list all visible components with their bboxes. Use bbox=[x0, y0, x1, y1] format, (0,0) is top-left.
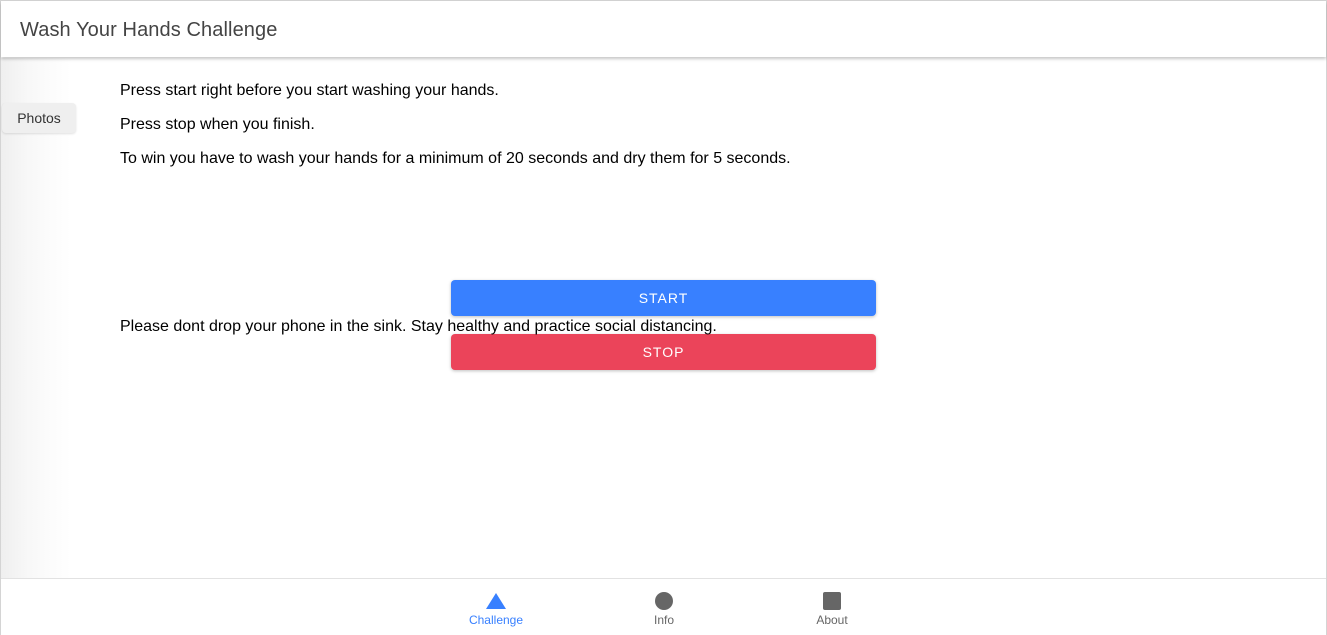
photos-button[interactable]: Photos bbox=[2, 103, 76, 133]
tab-challenge-label: Challenge bbox=[468, 613, 524, 627]
app-window: Wash Your Hands Challenge Photos Press s… bbox=[0, 0, 1327, 635]
side-panel-shadow bbox=[1, 58, 71, 579]
start-button[interactable]: START bbox=[451, 280, 876, 316]
instruction-stop-text: Press stop when you finish. bbox=[120, 116, 315, 133]
instruction-start-text: Press start right before you start washi… bbox=[120, 82, 499, 99]
closing-note-text: Please dont drop your phone in the sink.… bbox=[120, 318, 717, 335]
bottom-tab-bar: Challenge Info About bbox=[1, 578, 1326, 635]
instruction-win-text: To win you have to wash your hands for a… bbox=[120, 150, 791, 167]
tab-challenge[interactable]: Challenge bbox=[436, 579, 556, 635]
tab-info-label: Info bbox=[653, 613, 674, 627]
tab-about-label: About bbox=[816, 613, 848, 627]
tab-info[interactable]: Info bbox=[604, 579, 724, 635]
tab-about[interactable]: About bbox=[772, 579, 892, 635]
stop-button[interactable]: STOP bbox=[451, 334, 876, 370]
page-title: Wash Your Hands Challenge bbox=[20, 19, 278, 41]
app-header: Wash Your Hands Challenge bbox=[1, 1, 1326, 57]
